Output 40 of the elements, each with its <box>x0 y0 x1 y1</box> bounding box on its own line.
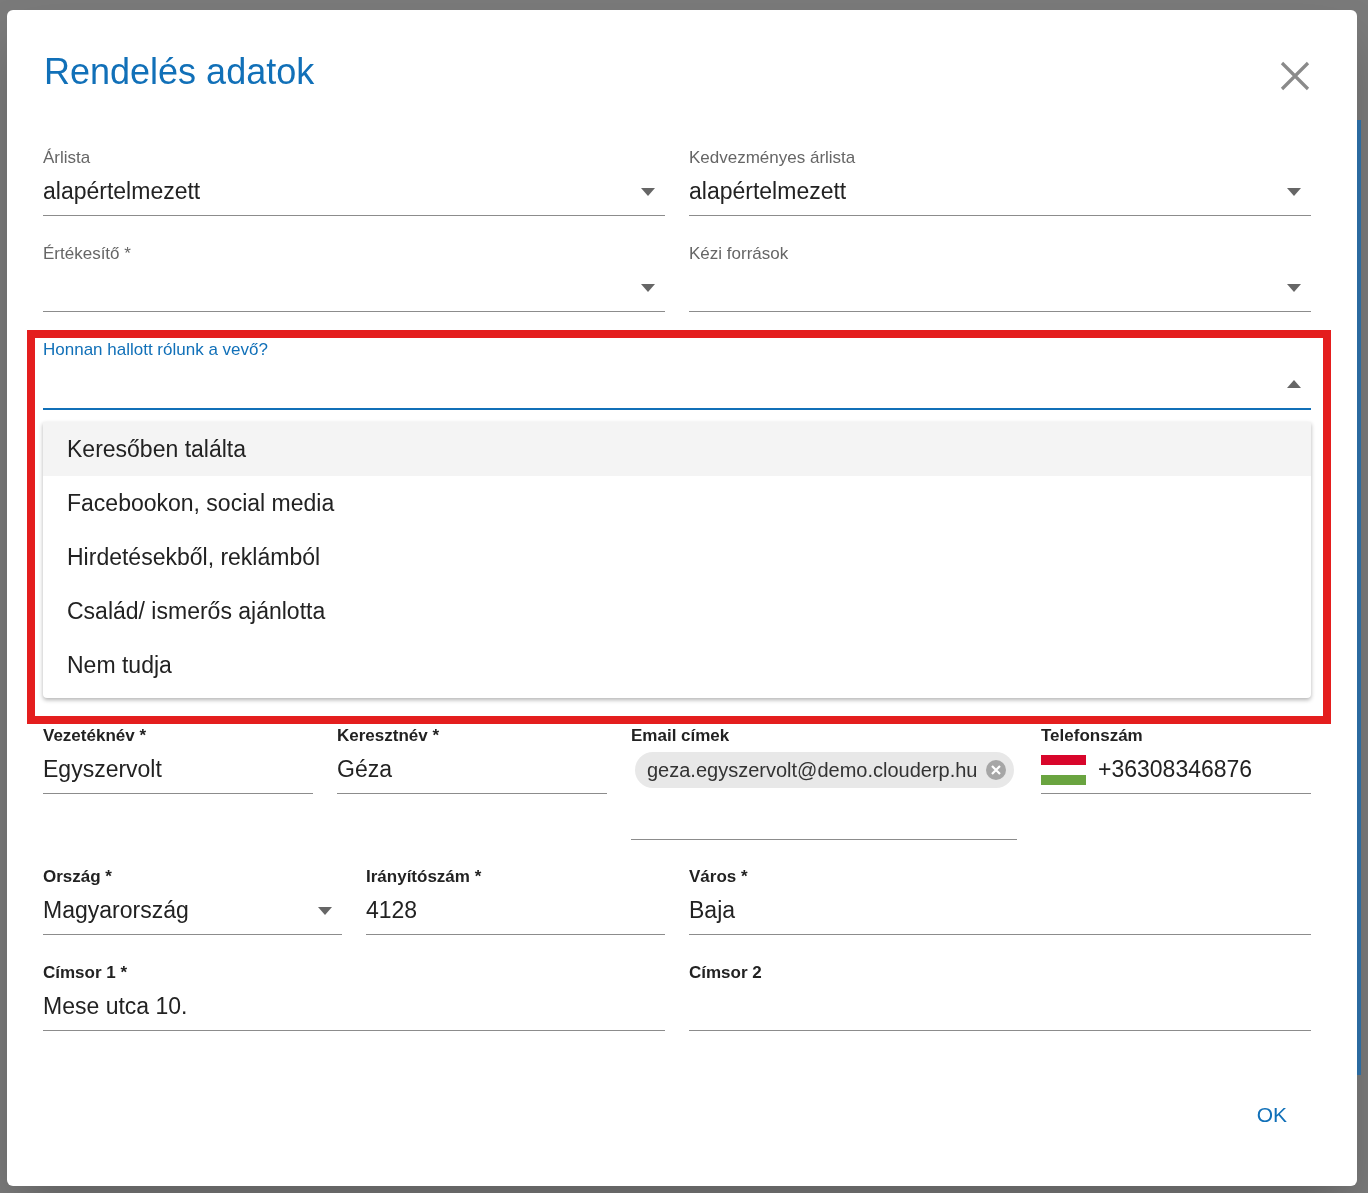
field-label: Kedvezményes árlista <box>689 148 857 168</box>
remove-icon[interactable] <box>985 760 1006 780</box>
menu-option[interactable]: Nem tudja <box>43 638 1311 692</box>
caret-down-icon <box>641 283 655 292</box>
field-label: Árlista <box>43 148 92 168</box>
field-label: Címsor 2 <box>689 963 763 983</box>
menu-option[interactable]: Keresőben találta <box>43 422 1311 476</box>
select-field[interactable]: Magyarország <box>43 887 342 935</box>
field-label: Keresztnév * <box>337 726 441 746</box>
caret-down-icon <box>318 906 332 915</box>
field-label: Város * <box>689 867 749 887</box>
caret-down-icon <box>641 187 655 196</box>
caret-up-icon <box>1287 380 1301 388</box>
field-label: Értékesítő * <box>43 244 132 264</box>
dialog-title: Rendelés adatok <box>44 50 315 94</box>
select-field[interactable]: alapértelmezett <box>689 168 1311 216</box>
field-label: Vezetéknév * <box>43 726 147 746</box>
ok-button[interactable]: OK <box>1242 1092 1301 1136</box>
menu-option[interactable]: Család/ ismerős ajánlotta <box>43 584 1311 638</box>
menu-option[interactable]: Facebookon, social media <box>43 476 1311 530</box>
text-field[interactable]: Mese utca 10. <box>43 983 665 1031</box>
text-field[interactable]: Egyszervolt <box>43 746 313 794</box>
text-field[interactable]: Géza <box>337 746 607 794</box>
field-label: Címsor 1 * <box>43 963 129 983</box>
field-label: Irányítószám * <box>366 867 483 887</box>
field-label: Telefonszám <box>1041 726 1144 746</box>
menu-option[interactable]: Hirdetésekből, reklámból <box>43 530 1311 584</box>
select-field[interactable]: alapértelmezett <box>43 168 665 216</box>
caret-down-icon <box>1287 283 1301 292</box>
field-label: Kézi források <box>689 244 790 264</box>
field-label: Ország * <box>43 867 113 887</box>
field-label: Honnan hallott rólunk a vevő? <box>43 340 269 360</box>
text-field[interactable]: Baja <box>689 887 1311 935</box>
close-icon <box>1280 61 1310 91</box>
caret-down-icon <box>1287 187 1301 196</box>
flag-icon[interactable] <box>1041 754 1086 785</box>
email-chip[interactable]: geza.egyszervolt@demo.clouderp.hu <box>635 752 1014 788</box>
text-field[interactable]: 4128 <box>366 887 665 935</box>
field-label: Email címek <box>631 726 731 746</box>
phone-field[interactable]: +36308346876 <box>1041 746 1311 794</box>
